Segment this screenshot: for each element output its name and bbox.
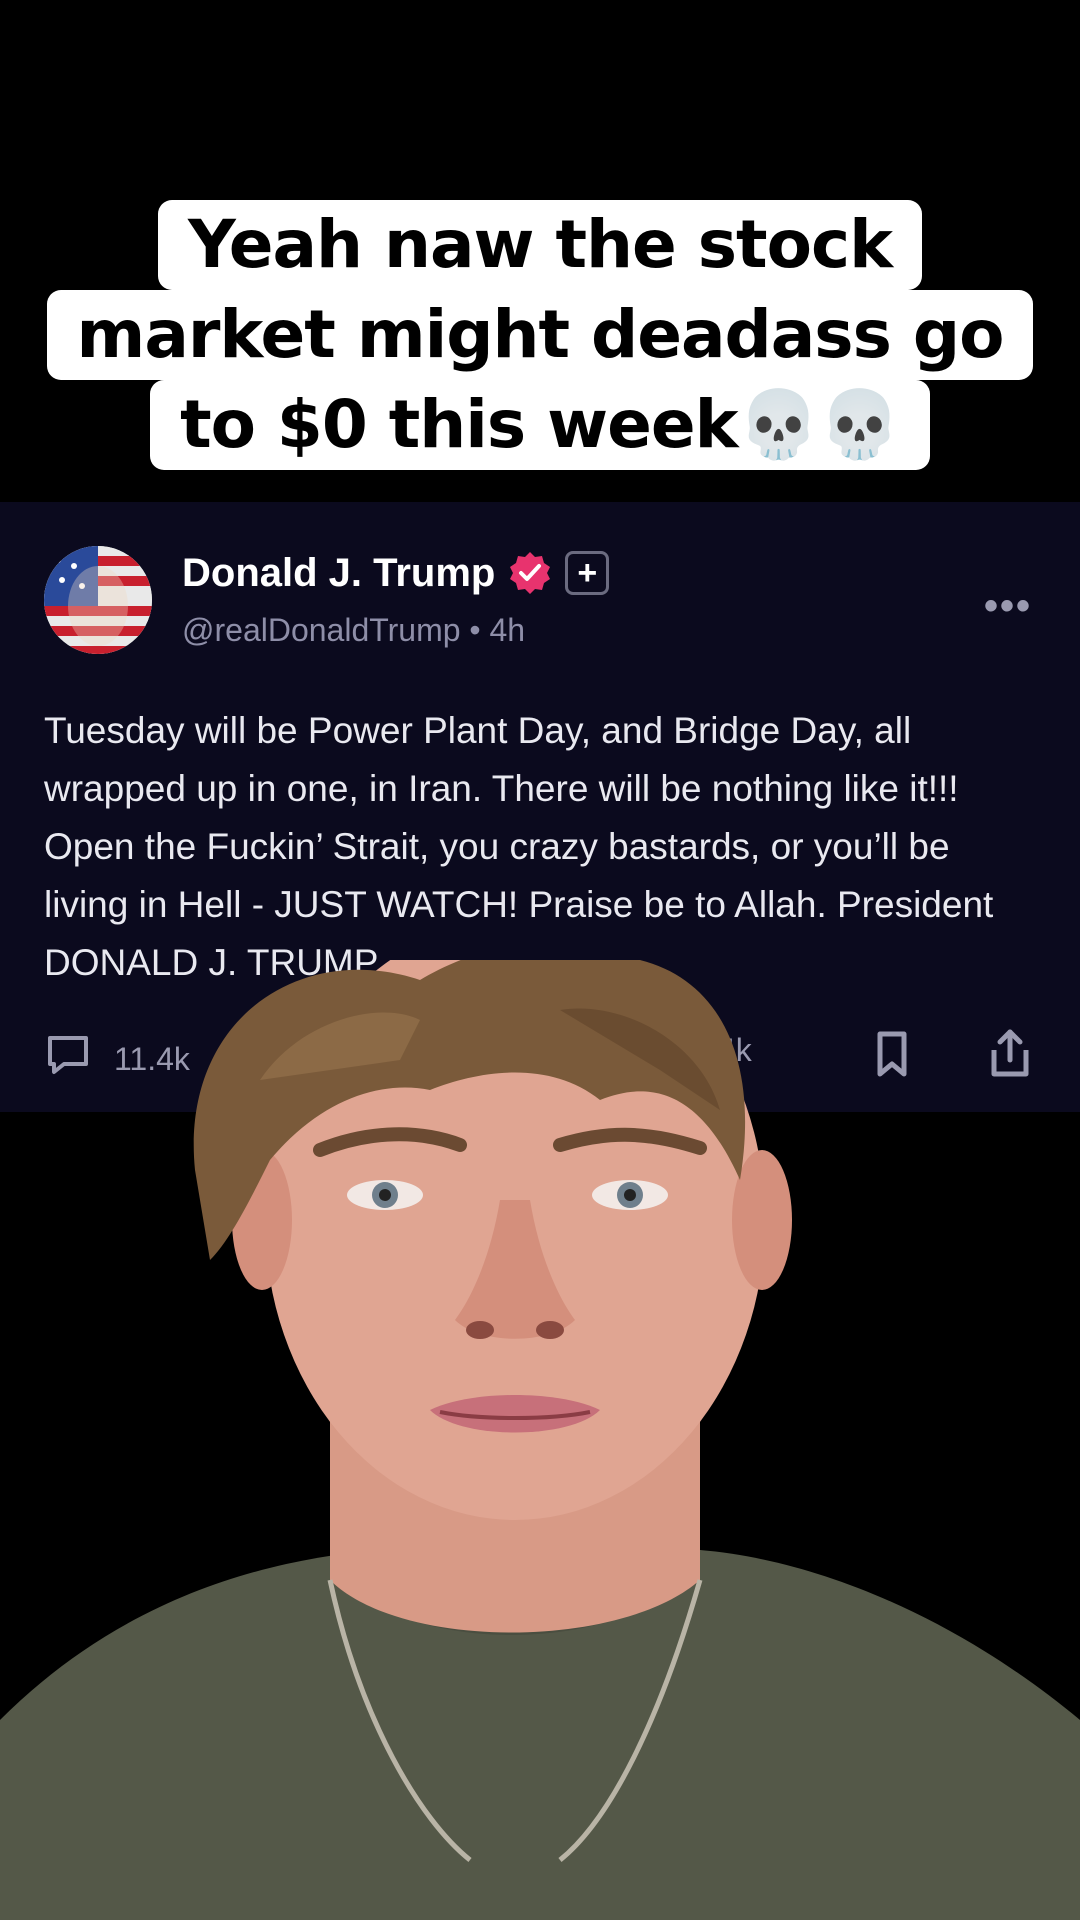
more-icon[interactable]: ••• <box>984 584 1032 629</box>
verified-badge-icon <box>507 550 553 596</box>
post-time: 4h <box>489 612 526 648</box>
post-body: Tuesday will be Power Plant Day, and Bri… <box>44 710 994 983</box>
person-overlay <box>0 960 1080 1920</box>
author-name[interactable]: Donald J. Trump <box>182 551 495 596</box>
caption-line-1: Yeah naw the stock <box>158 200 922 290</box>
caption-line-3: to $0 this week💀💀 <box>150 380 930 470</box>
handle[interactable]: @realDonaldTrump <box>182 612 461 648</box>
handle-row: @realDonaldTrump • 4h <box>182 612 525 649</box>
video-caption: Yeah naw the stock market might deadass … <box>0 200 1080 470</box>
avatar[interactable] <box>44 546 152 654</box>
caption-line-2: market might deadass go <box>46 290 1034 380</box>
plus-badge: + <box>565 551 610 595</box>
separator: • <box>469 612 481 648</box>
